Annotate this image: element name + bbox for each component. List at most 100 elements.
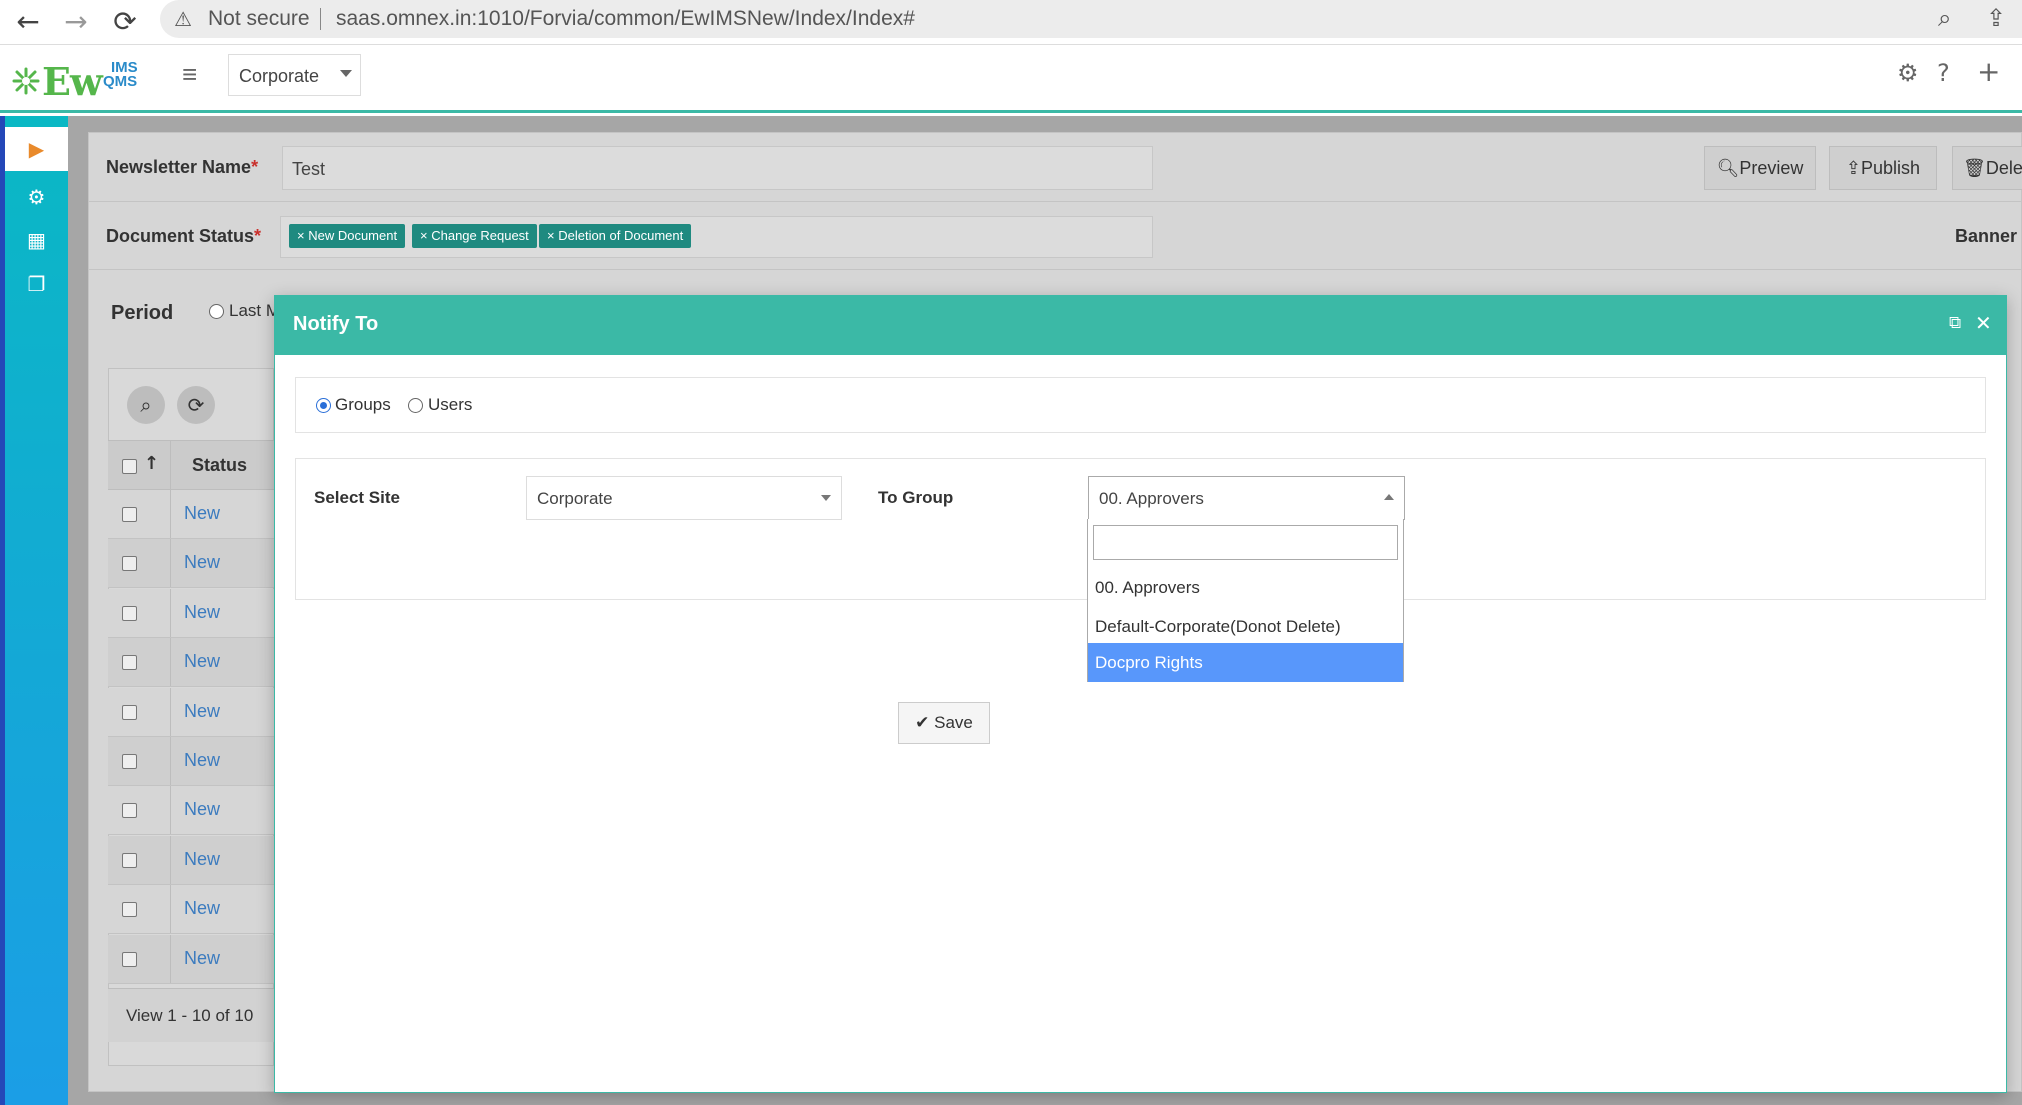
sidebar-item-documents[interactable]: ▶ (5, 127, 68, 171)
sidebar-item-copy[interactable]: ❐ (5, 262, 68, 306)
dropdown-option[interactable]: 00. Approvers (1088, 568, 1403, 607)
app-header: Ew IMS QMS ≡ Corporate ⚙ ? + (0, 45, 2022, 113)
table-row[interactable]: New (108, 786, 274, 835)
security-status: Not secure (208, 7, 310, 30)
building-icon: ▦ (27, 228, 46, 252)
status-tag[interactable]: × New Document (289, 224, 406, 248)
row-checkbox[interactable] (122, 655, 137, 670)
logo-text: Ew (42, 59, 103, 104)
row-checkbox[interactable] (122, 606, 137, 621)
column-divider (170, 836, 171, 884)
table-row[interactable]: New (108, 688, 274, 737)
column-divider (170, 638, 171, 686)
row-checkbox[interactable] (122, 853, 137, 868)
row-checkbox[interactable] (122, 507, 137, 522)
site-selector[interactable]: Corporate (228, 54, 361, 96)
table-row[interactable]: New (108, 836, 274, 885)
logo-burst-icon (12, 67, 40, 95)
status-link[interactable]: New (184, 651, 220, 672)
status-tag[interactable]: × Change Request (412, 224, 537, 248)
column-divider (170, 737, 171, 785)
delete-button[interactable]: 🗑︎Delet (1952, 146, 2022, 190)
group-select[interactable]: 00. Approvers (1088, 476, 1405, 520)
external-link-icon[interactable]: ⧉ (1949, 313, 1961, 333)
chevron-down-icon (340, 70, 352, 77)
column-divider (170, 441, 171, 489)
status-link[interactable]: New (184, 701, 220, 722)
status-link[interactable]: New (184, 799, 220, 820)
zoom-icon[interactable]: ⌕ (1938, 4, 1951, 32)
grid-pager: View 1 - 10 of 10 (108, 988, 274, 1042)
refresh-icon[interactable]: ⟳ (177, 386, 215, 424)
document-status-input[interactable] (280, 216, 1153, 258)
sidebar-item-building[interactable]: ▦ (5, 218, 68, 262)
row-checkbox[interactable] (122, 902, 137, 917)
column-divider (170, 885, 171, 933)
forward-icon[interactable]: → (58, 4, 94, 40)
sidebar-item-settings[interactable]: ⚙ (5, 175, 68, 219)
save-button[interactable]: ✔ Save (898, 702, 990, 744)
logo-subtext: IMS QMS (103, 59, 138, 90)
chevron-down-icon (821, 495, 831, 501)
dropdown-search-input[interactable] (1093, 525, 1398, 560)
table-row[interactable]: New (108, 589, 274, 638)
table-row[interactable]: New (108, 885, 274, 934)
newsletter-name-label: Newsletter Name* (106, 157, 259, 177)
table-row[interactable]: New (108, 935, 274, 984)
menu-icon[interactable]: ≡ (182, 59, 197, 90)
dialog-header: Notify To ⧉ ✕ (275, 296, 2006, 355)
status-tag[interactable]: × Deletion of Document (539, 224, 692, 248)
back-icon[interactable]: ← (10, 4, 46, 40)
newsletter-name-input[interactable]: Test (282, 146, 1153, 190)
status-link[interactable]: New (184, 898, 220, 919)
table-row[interactable]: New (108, 539, 274, 588)
share-icon[interactable]: ⇪ (1986, 4, 2006, 32)
row-checkbox[interactable] (122, 803, 137, 818)
pager-info: View 1 - 10 of 10 (126, 1006, 254, 1025)
select-site-label: Select Site (314, 488, 400, 507)
publish-button[interactable]: ⇪Publish (1829, 146, 1937, 190)
status-link[interactable]: New (184, 849, 220, 870)
row-checkbox[interactable] (122, 952, 137, 967)
status-link[interactable]: New (184, 503, 220, 524)
row-checkbox[interactable] (122, 754, 137, 769)
reload-icon[interactable]: ⟳ (107, 4, 143, 40)
table-row[interactable]: New (108, 737, 274, 786)
close-icon[interactable]: ✕ (1975, 311, 1992, 335)
period-label: Period (111, 302, 174, 324)
row-checkbox[interactable] (122, 556, 137, 571)
url-divider (320, 8, 321, 30)
address-bar[interactable]: ⚠ Not secure saas.omnex.in:1010/Forvia/c… (160, 0, 2022, 38)
groups-radio[interactable] (316, 398, 331, 413)
help-icon[interactable]: ? (1937, 59, 1950, 87)
table-row[interactable]: New (108, 490, 274, 539)
period-option-label: Last M (229, 301, 281, 320)
column-divider (170, 935, 171, 983)
dropdown-option-highlighted[interactable]: Docpro Rights (1088, 643, 1403, 682)
sort-icon[interactable]: ↑ (144, 453, 159, 474)
banner-label: Banner (1955, 226, 2018, 246)
preview-button[interactable]: 🔍︎Preview (1704, 146, 1816, 190)
document-icon: ▶ (28, 137, 45, 161)
period-radio[interactable] (209, 304, 224, 319)
users-radio[interactable] (408, 398, 423, 413)
status-link[interactable]: New (184, 602, 220, 623)
users-radio-label[interactable]: Users (428, 395, 472, 415)
status-link[interactable]: New (184, 552, 220, 573)
row-checkbox[interactable] (122, 705, 137, 720)
table-row[interactable]: New (108, 638, 274, 687)
site-select[interactable]: Corporate (526, 476, 842, 520)
status-link[interactable]: New (184, 948, 220, 969)
gear-icon[interactable]: ⚙ (1897, 59, 1919, 87)
column-divider (170, 589, 171, 637)
grid-header: ↑ Status (108, 440, 274, 490)
column-divider (170, 490, 171, 538)
search-icon[interactable]: ⌕ (127, 386, 165, 424)
url-text[interactable]: saas.omnex.in:1010/Forvia/common/EwIMSNe… (336, 7, 915, 31)
status-link[interactable]: New (184, 750, 220, 771)
groups-radio-label[interactable]: Groups (335, 395, 391, 415)
plus-icon[interactable]: + (1977, 55, 2000, 88)
status-column-header[interactable]: Status (192, 455, 247, 476)
select-all-checkbox[interactable] (122, 459, 137, 474)
dropdown-option[interactable]: Default-Corporate(Donot Delete) (1088, 607, 1403, 646)
